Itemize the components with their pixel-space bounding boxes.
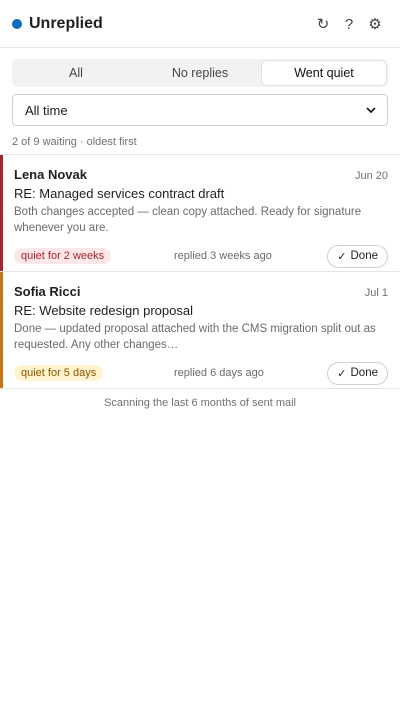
replied-ago: replied 3 weeks ago <box>174 250 272 262</box>
status-dot <box>12 18 22 29</box>
check-icon: ✓ <box>337 367 347 380</box>
footer-note: Scanning the last 6 months of sent mail <box>104 397 296 409</box>
thread-card[interactable]: Lena Novak Jun 20 RE: Managed services c… <box>0 155 400 272</box>
done-button[interactable]: ✓ Done <box>327 361 388 385</box>
header-actions: ↻ ? ⚙ <box>310 13 388 35</box>
thread-preview: Done — updated proposal attached with th… <box>14 323 376 351</box>
quiet-badge: quiet for 5 days <box>14 365 104 381</box>
time-range-select[interactable]: All time <box>12 94 388 126</box>
tab-all[interactable]: All <box>14 61 138 85</box>
done-button[interactable]: ✓ Done <box>327 244 388 268</box>
sender-name: Lena Novak <box>14 167 87 182</box>
help-icon[interactable]: ? <box>336 13 362 35</box>
chevron-down-icon <box>366 107 376 114</box>
thread-card[interactable]: Sofia Ricci Jul 1 RE: Website redesign p… <box>0 272 400 389</box>
thread-subject: RE: Website redesign proposal <box>14 303 193 318</box>
thread-list: Lena Novak Jun 20 RE: Managed services c… <box>0 154 400 389</box>
thread-date: Jul 1 <box>364 287 388 299</box>
refresh-icon[interactable]: ↻ <box>310 13 336 35</box>
thread-preview: Both changes accepted — clean copy attac… <box>14 206 362 234</box>
summary-text: 2 of 9 waiting · oldest first <box>12 136 137 148</box>
header: Unreplied ↻ ? ⚙ <box>0 0 400 48</box>
quiet-badge: quiet for 2 weeks <box>14 248 112 264</box>
view-tabs: All No replies Went quiet <box>12 59 388 87</box>
card-accent-bar <box>0 272 3 388</box>
thread-date: Jun 20 <box>354 170 388 182</box>
thread-subject: RE: Managed services contract draft <box>14 186 225 201</box>
done-label: Done <box>350 367 379 379</box>
replied-ago: replied 6 days ago <box>174 367 264 379</box>
tab-went-quiet[interactable]: Went quiet <box>262 61 386 85</box>
sender-name: Sofia Ricci <box>14 284 81 299</box>
done-label: Done <box>350 250 379 262</box>
check-icon: ✓ <box>337 250 347 263</box>
settings-icon[interactable]: ⚙ <box>362 13 388 35</box>
tab-no-replies[interactable]: No replies <box>138 61 262 85</box>
card-accent-bar <box>0 155 3 271</box>
app-title: Unreplied <box>29 14 103 32</box>
time-range-value: All time <box>25 102 68 118</box>
